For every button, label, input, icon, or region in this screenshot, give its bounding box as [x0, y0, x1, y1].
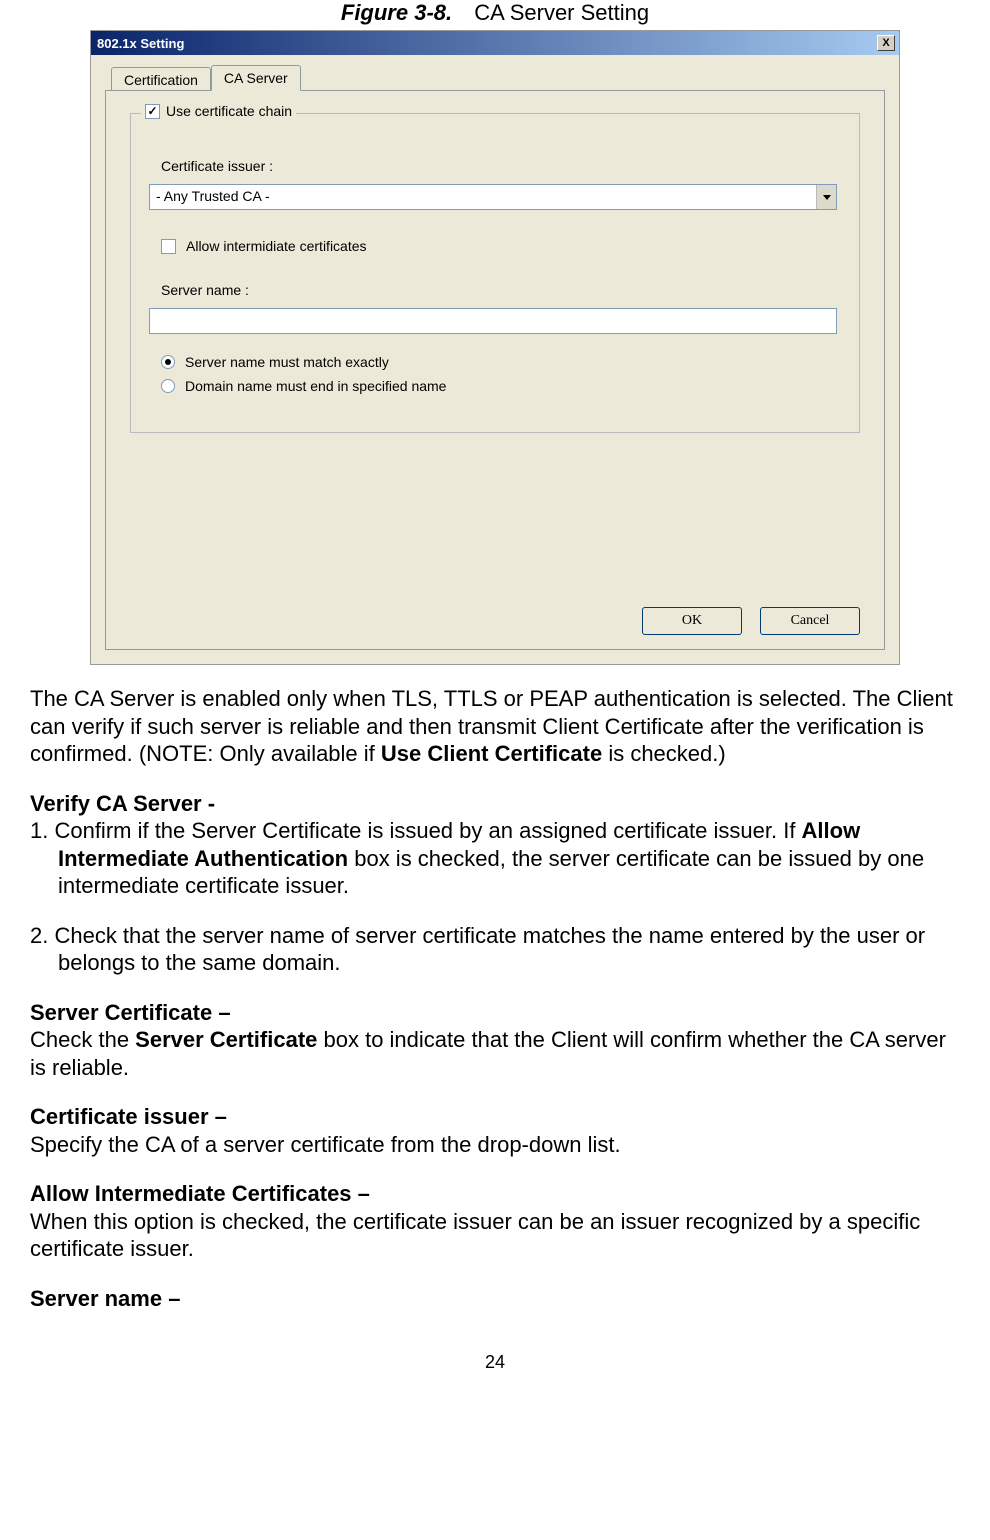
server-name-input[interactable]	[149, 308, 837, 334]
page-number: 24	[30, 1352, 960, 1373]
tab-ca-server[interactable]: CA Server	[211, 65, 301, 91]
chevron-down-icon[interactable]	[816, 185, 836, 209]
server-name-heading: Server name –	[30, 1285, 960, 1313]
figure-number: Figure 3-8.	[341, 0, 452, 25]
tab-label: CA Server	[224, 70, 288, 86]
figure-caption: Figure 3-8. CA Server Setting	[30, 0, 960, 26]
tab-panel-ca-server: Use certificate chain Certificate issuer…	[105, 90, 885, 650]
verify-heading: Verify CA Server -	[30, 790, 960, 818]
certificate-issuer-dropdown[interactable]: - Any Trusted CA -	[149, 184, 837, 210]
close-button[interactable]: X	[877, 35, 895, 51]
radio-row-exact: Server name must match exactly	[161, 354, 841, 370]
certificate-issuer-label: Certificate issuer :	[161, 158, 841, 174]
server-name-label: Server name :	[161, 282, 841, 298]
text: Check the	[30, 1027, 135, 1052]
tab-label: Certification	[124, 72, 198, 88]
titlebar: 802.1x Setting X	[91, 31, 899, 55]
ok-label: OK	[682, 613, 702, 628]
intro-paragraph: The CA Server is enabled only when TLS, …	[30, 685, 960, 768]
certificate-issuer-heading: Certificate issuer –	[30, 1103, 960, 1131]
radio-domain-ends[interactable]	[161, 379, 175, 393]
tab-row: Certification CA Server	[111, 65, 885, 91]
dialog-body: Certification CA Server Use certificate …	[91, 55, 899, 664]
use-certificate-chain-checkbox[interactable]	[145, 104, 160, 119]
document-text: The CA Server is enabled only when TLS, …	[30, 685, 960, 1312]
cancel-button[interactable]: Cancel	[760, 607, 860, 635]
radio-domain-ends-label: Domain name must end in specified name	[185, 378, 446, 394]
figure-title: CA Server Setting	[474, 0, 649, 25]
server-certificate-body: Check the Server Certificate box to indi…	[30, 1026, 960, 1081]
text: is checked.)	[602, 741, 726, 766]
radio-match-exactly[interactable]	[161, 355, 175, 369]
groupbox-certificate-chain: Use certificate chain Certificate issuer…	[130, 113, 860, 433]
radio-match-exactly-label: Server name must match exactly	[185, 354, 389, 370]
button-row: OK Cancel	[642, 607, 860, 635]
text: 1. Confirm if the Server Certificate is …	[30, 818, 802, 843]
certificate-issuer-value: - Any Trusted CA -	[150, 185, 816, 209]
step-2: 2. Check that the server name of server …	[30, 922, 960, 977]
dialog-802-1x-setting: 802.1x Setting X Certification CA Server…	[90, 30, 900, 665]
verify-steps: 1. Confirm if the Server Certificate is …	[30, 817, 960, 977]
allow-intermediate-heading: Allow Intermediate Certificates –	[30, 1180, 960, 1208]
certificate-issuer-body: Specify the CA of a server certificate f…	[30, 1131, 960, 1159]
allow-intermediate-label: Allow intermidiate certificates	[186, 238, 367, 254]
text-bold: Use Client Certificate	[381, 741, 602, 766]
ok-button[interactable]: OK	[642, 607, 742, 635]
server-certificate-heading: Server Certificate –	[30, 999, 960, 1027]
dialog-title: 802.1x Setting	[95, 36, 184, 51]
text-bold: Server Certificate	[135, 1027, 317, 1052]
cancel-label: Cancel	[791, 613, 830, 628]
step-1: 1. Confirm if the Server Certificate is …	[30, 817, 960, 900]
use-certificate-chain-label: Use certificate chain	[166, 103, 292, 119]
close-icon: X	[882, 37, 889, 49]
allow-intermediate-checkbox[interactable]	[161, 239, 176, 254]
group-legend: Use certificate chain	[141, 103, 296, 119]
radio-row-domain: Domain name must end in specified name	[161, 378, 841, 394]
allow-intermediate-row: Allow intermidiate certificates	[161, 238, 841, 254]
allow-intermediate-body: When this option is checked, the certifi…	[30, 1208, 960, 1263]
